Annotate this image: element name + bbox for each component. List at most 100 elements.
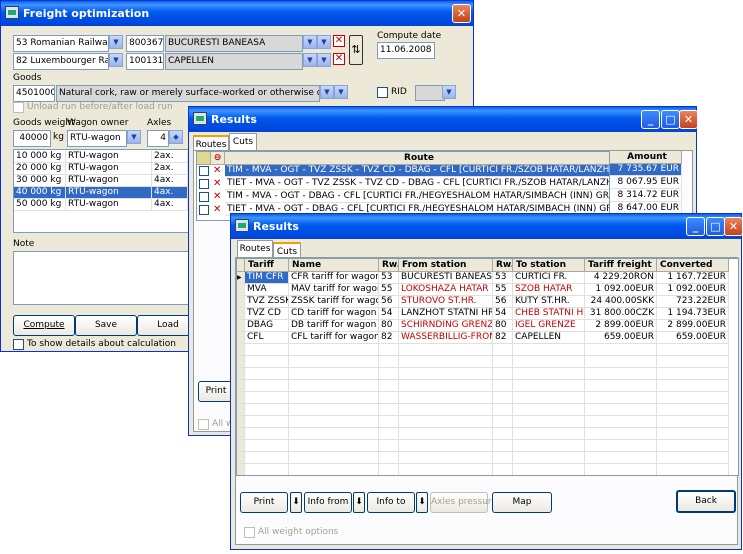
print-button[interactable]: Print — [240, 492, 288, 513]
tariff-cell[interactable]: TVZ CD — [245, 308, 289, 320]
name-cell[interactable]: CD tariff for wagon loads — [289, 308, 379, 320]
chevron-down-icon[interactable]: ▼ — [303, 35, 317, 49]
rw-to-cell[interactable]: 82 — [493, 332, 513, 344]
weight-option-weight[interactable]: 50 000 kg — [14, 199, 66, 211]
remove-route-icon[interactable]: ✕ — [213, 178, 221, 189]
to-station-cell[interactable]: SZOB HATAR — [513, 284, 585, 296]
route-checkbox[interactable] — [199, 205, 209, 215]
chevron-down-icon[interactable]: ▼ — [317, 53, 331, 67]
weight-option-axles[interactable]: 4ax. — [152, 199, 188, 211]
compute-button[interactable]: Compute — [13, 315, 75, 336]
destination-station-code[interactable]: 100131 — [126, 53, 164, 70]
map-button[interactable]: Map — [492, 492, 552, 513]
rw-to-cell[interactable]: 53 — [493, 272, 513, 284]
compute-date-field[interactable]: 11.06.2008 — [377, 42, 435, 59]
converted-cell[interactable]: 1 167.72EUR — [657, 272, 729, 284]
weight-option-owner[interactable]: RTU-wagon — [66, 175, 152, 187]
to-station-column-header[interactable]: To station — [513, 259, 585, 272]
all-weight-checkbox[interactable] — [244, 527, 255, 538]
origin-station-code[interactable]: 800367 — [126, 35, 164, 52]
route-checkbox[interactable] — [199, 166, 209, 176]
name-column-header[interactable]: Name — [289, 259, 379, 272]
info-to-button[interactable]: Info to — [367, 492, 415, 513]
wagon-owner-select[interactable]: RTU-wagon — [67, 130, 127, 147]
tariff-cell[interactable]: DBAG — [245, 320, 289, 332]
back-button[interactable]: Back — [676, 490, 736, 513]
chevron-down-icon[interactable]: ▼ — [127, 130, 141, 144]
info-from-button[interactable]: Info from — [304, 492, 352, 513]
from-station-cell[interactable]: SCHIRNDING GRENZE — [399, 320, 493, 332]
converted-cell[interactable]: 1 194.73EUR — [657, 308, 729, 320]
remove-route-icon[interactable]: ✕ — [213, 191, 221, 202]
note-textarea[interactable] — [13, 251, 193, 305]
remove-route-icon[interactable]: ✕ — [213, 204, 221, 215]
details-checkbox[interactable] — [13, 339, 24, 350]
tariff-freight-cell[interactable]: 24 400.00SKK — [585, 296, 657, 308]
title-bar[interactable]: Results _ □ ✕ — [231, 214, 743, 239]
close-icon[interactable]: ✕ — [679, 110, 698, 129]
to-station-cell[interactable]: KUTY ST.HR. — [513, 296, 585, 308]
weight-option-weight[interactable]: 40 000 kg — [14, 187, 66, 199]
converted-cell[interactable]: 1 092.00EUR — [657, 284, 729, 296]
axles-field[interactable]: 4 — [147, 130, 169, 147]
to-station-cell[interactable]: CHEB STATNI HRANICE — [513, 308, 585, 320]
minimize-icon[interactable]: _ — [641, 110, 660, 129]
name-cell[interactable]: CFL tariff for wagon loads — [289, 332, 379, 344]
save-button[interactable]: Save — [75, 315, 137, 336]
close-icon[interactable]: ✕ — [452, 4, 471, 23]
converted-cell[interactable]: 659.00EUR — [657, 332, 729, 344]
tariff-freight-cell[interactable]: 4 229.20RON — [585, 272, 657, 284]
chevron-down-icon[interactable]: ▼ — [109, 53, 123, 67]
route-column-header[interactable]: Route — [225, 152, 609, 165]
converted-cell[interactable]: 2 899.00EUR — [657, 320, 729, 332]
tab-routes[interactable]: Routes — [237, 240, 273, 257]
swap-stations-icon[interactable]: ⇅ — [349, 35, 363, 65]
chevron-down-icon[interactable]: ▼ — [334, 85, 348, 99]
destination-station-name[interactable]: CAPELLEN — [165, 53, 303, 70]
origin-station-name[interactable]: BUCURESTI BANEASA — [165, 35, 303, 52]
rid-select[interactable] — [415, 85, 445, 101]
title-bar[interactable]: Results _ □ ✕ — [189, 107, 698, 132]
rw-from-cell[interactable]: 80 — [379, 320, 399, 332]
name-cell[interactable]: DB tariff for wagon loads — [289, 320, 379, 332]
info-from-down-icon[interactable]: ⬇ — [353, 492, 365, 513]
tab-cuts[interactable]: Cuts — [229, 133, 257, 150]
remove-route-icon[interactable]: ✕ — [213, 165, 221, 176]
converted-cell[interactable]: 723.22EUR — [657, 296, 729, 308]
rw-from-cell[interactable]: 53 — [379, 272, 399, 284]
cuts-grid[interactable]: Tariff Name Rw. From station Rw. To stat… — [236, 258, 739, 476]
info-to-down-icon[interactable]: ⬇ — [416, 492, 428, 513]
tariff-freight-cell[interactable]: 1 092.00EUR — [585, 284, 657, 296]
tariff-freight-column-header[interactable]: Tariff freight — [585, 259, 657, 272]
route-cell[interactable]: TIM - MVA - OGT - DBAG - CFL [CURTICI FR… — [225, 191, 609, 203]
tariff-freight-cell[interactable]: 659.00EUR — [585, 332, 657, 344]
amount-cell[interactable]: 7 735.67 EUR — [610, 164, 682, 176]
weight-option-owner[interactable]: RTU-wagon — [66, 163, 152, 175]
minimize-icon[interactable]: _ — [686, 217, 705, 236]
amount-cell[interactable]: 8 314.72 EUR — [610, 190, 682, 202]
tariff-cell[interactable]: MVA — [245, 284, 289, 296]
amount-cell[interactable]: 8 067.95 EUR — [610, 177, 682, 189]
maximize-icon[interactable]: □ — [661, 110, 680, 129]
goods-description-field[interactable]: Natural cork, raw or merely surface-work… — [56, 85, 320, 102]
weight-option-weight[interactable]: 30 000 kg — [14, 175, 66, 187]
clear-origin-icon[interactable]: ✕ — [333, 35, 345, 47]
to-station-cell[interactable]: CAPELLEN — [513, 332, 585, 344]
clear-destination-icon[interactable]: ✕ — [333, 53, 345, 65]
weight-option-axles[interactable]: 2ax. — [152, 163, 188, 175]
rw-to-cell[interactable]: 54 — [493, 308, 513, 320]
rid-checkbox[interactable] — [377, 87, 388, 98]
tariff-cell[interactable]: TIM CFR — [245, 272, 289, 284]
from-station-column-header[interactable]: From station — [399, 259, 493, 272]
from-station-cell[interactable]: LOKOSHAZA HATAR — [399, 284, 493, 296]
weight-option-weight[interactable]: 20 000 kg — [14, 163, 66, 175]
from-station-cell[interactable]: BUCURESTI BANEASA — [399, 272, 493, 284]
rw-from-column-header[interactable]: Rw. — [379, 259, 399, 272]
converted-column-header[interactable]: Converted — [657, 259, 729, 272]
rw-to-cell[interactable]: 80 — [493, 320, 513, 332]
rw-from-cell[interactable]: 54 — [379, 308, 399, 320]
weight-option-weight[interactable]: 10 000 kg — [14, 151, 66, 163]
name-cell[interactable]: ZSSK tariff for wagon loads — [289, 296, 379, 308]
amount-column-header[interactable]: Amount — [610, 151, 682, 164]
remove-column-icon[interactable]: ⊖ — [211, 152, 225, 165]
